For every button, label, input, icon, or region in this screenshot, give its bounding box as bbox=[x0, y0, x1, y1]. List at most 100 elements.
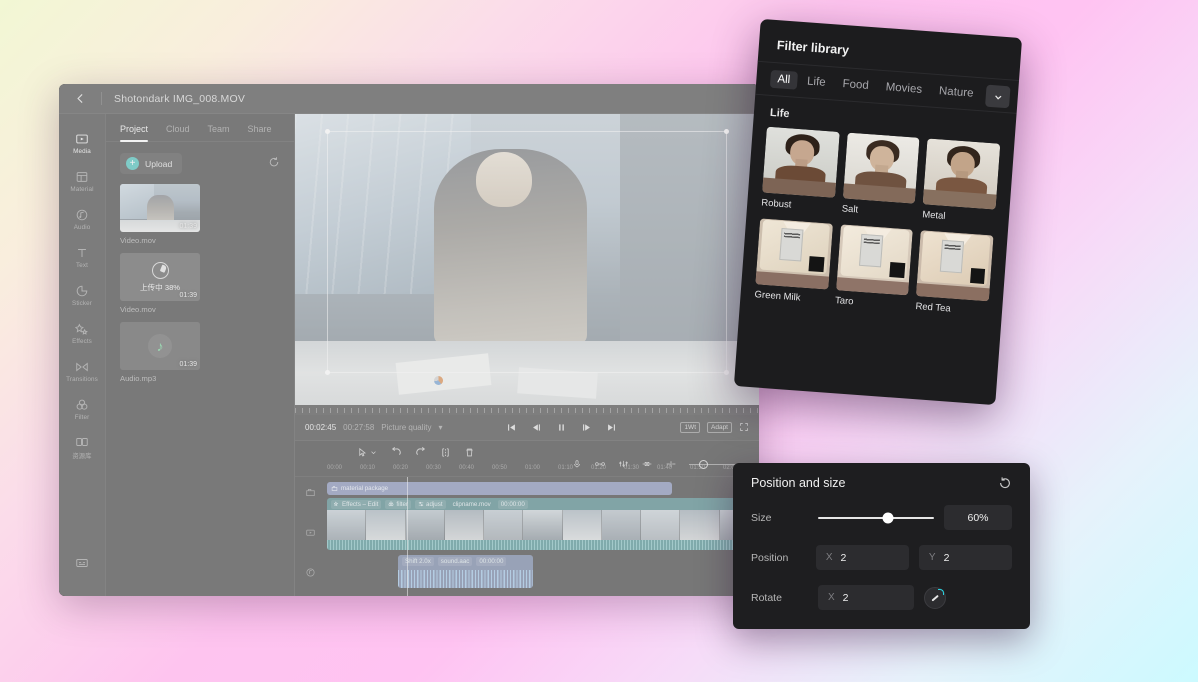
fullscreen-icon[interactable] bbox=[739, 422, 749, 432]
snap-icon[interactable] bbox=[641, 459, 653, 469]
tab-project[interactable]: Project bbox=[120, 124, 149, 142]
size-row: Size 60% bbox=[751, 505, 1012, 530]
filter-item-red-tea[interactable]: Red Tea bbox=[915, 230, 994, 317]
tab-nature[interactable]: Nature bbox=[931, 82, 981, 104]
position-and-size-panel: Position and size Size 60% Position X 2 … bbox=[733, 463, 1030, 629]
upload-button[interactable]: + Upload bbox=[120, 153, 183, 174]
filter-item-green-milk[interactable]: Green Milk bbox=[754, 218, 833, 305]
preview-pie-chart bbox=[434, 375, 444, 385]
redo-button[interactable] bbox=[415, 446, 427, 458]
refresh-icon[interactable] bbox=[268, 155, 280, 173]
pause-button[interactable] bbox=[556, 422, 567, 433]
filter-item-taro[interactable]: Taro bbox=[835, 224, 914, 311]
media-item-video-2[interactable]: 上传中 38% 01:39 Video.mov bbox=[120, 253, 200, 314]
tab-cloud[interactable]: Cloud bbox=[166, 124, 190, 141]
clip-tag-adjust-label: adjust bbox=[426, 500, 443, 508]
back-arrow-icon[interactable] bbox=[71, 90, 89, 108]
record-voice-icon[interactable] bbox=[572, 459, 582, 469]
clip-time: 00:00:00 bbox=[497, 499, 528, 509]
position-x-field[interactable]: X 2 bbox=[815, 545, 909, 570]
sidebar-label-filter: Filter bbox=[74, 413, 90, 421]
split-button[interactable] bbox=[440, 447, 451, 458]
sidebar-item-media[interactable]: Media bbox=[59, 124, 106, 162]
sidebar-label-effects: Effects bbox=[72, 337, 92, 345]
step-back-button[interactable] bbox=[531, 422, 542, 433]
delete-button[interactable] bbox=[464, 447, 475, 458]
media-item-video-1[interactable]: 01:39 Video.mov bbox=[120, 184, 200, 245]
position-panel-header: Position and size bbox=[751, 476, 1012, 490]
tab-life[interactable]: Life bbox=[800, 72, 834, 92]
rotate-dial-icon[interactable] bbox=[924, 586, 946, 609]
sidebar-item-transitions[interactable]: Transitions bbox=[59, 352, 106, 390]
selection-handle-br[interactable] bbox=[723, 370, 729, 375]
mixer-icon[interactable] bbox=[618, 459, 629, 469]
package-icon bbox=[331, 485, 338, 492]
clip-audio[interactable]: Shift 2.0x sound.aac 00:00:00 bbox=[398, 555, 533, 588]
sidebar-item-text[interactable]: Text bbox=[59, 238, 106, 276]
preview-selection-box[interactable] bbox=[325, 129, 729, 375]
audio-track-icon[interactable] bbox=[305, 565, 316, 583]
filter-item-robust[interactable]: Robust bbox=[761, 126, 840, 214]
tab-food[interactable]: Food bbox=[835, 75, 876, 96]
filter-item-salt[interactable]: Salt bbox=[841, 132, 920, 220]
magazine-image bbox=[916, 230, 994, 302]
sidebar-item-material[interactable]: Material bbox=[59, 162, 106, 200]
clip-tag-adjust[interactable]: adjust bbox=[415, 499, 446, 509]
size-slider-knob[interactable] bbox=[882, 512, 894, 523]
material-icon bbox=[75, 170, 89, 184]
tab-movies[interactable]: Movies bbox=[878, 78, 930, 100]
link-clips-icon[interactable] bbox=[594, 459, 606, 469]
sidebar-item-resource-library[interactable]: 资源库 bbox=[59, 428, 106, 466]
size-slider-track bbox=[818, 516, 934, 519]
position-y-field[interactable]: Y 2 bbox=[918, 545, 1012, 570]
filter-item-metal[interactable]: Metal bbox=[922, 138, 1001, 225]
filter-grid: Robust Salt Metal Green Milk Taro Red Te… bbox=[740, 124, 1014, 321]
chevron-down-icon[interactable] bbox=[985, 84, 1011, 109]
playhead[interactable] bbox=[407, 477, 408, 596]
sidebar-item-filter[interactable]: Filter bbox=[59, 390, 106, 428]
step-forward-button[interactable] bbox=[581, 422, 592, 433]
transitions-icon bbox=[75, 360, 89, 374]
clip-video[interactable]: Effects – Edit filter adjust clipname.mo… bbox=[327, 498, 759, 550]
clip-filename: clipname.mov bbox=[452, 500, 491, 508]
jump-end-button[interactable] bbox=[606, 422, 617, 433]
tab-all[interactable]: All bbox=[769, 69, 798, 90]
filter-name: Red Tea bbox=[915, 301, 952, 315]
select-tool[interactable] bbox=[357, 447, 377, 458]
jump-start-button[interactable] bbox=[506, 422, 517, 433]
tab-team[interactable]: Team bbox=[208, 124, 230, 141]
sidebar-item-effects[interactable]: Effects bbox=[59, 314, 106, 352]
clip-tag-effects[interactable]: Effects – Edit bbox=[331, 499, 382, 509]
media-duration: 01:39 bbox=[179, 361, 197, 368]
portrait-image bbox=[762, 126, 840, 198]
audio-clip-tags: Shift 2.0x sound.aac 00:00:00 bbox=[398, 555, 533, 567]
video-preview[interactable] bbox=[295, 114, 759, 405]
tab-share[interactable]: Share bbox=[248, 124, 272, 141]
material-track-icon[interactable] bbox=[305, 485, 316, 503]
watermark-toggle[interactable]: 1Wt bbox=[680, 421, 700, 434]
video-filmstrip bbox=[327, 510, 759, 540]
sidebar-item-sticker[interactable]: Sticker bbox=[59, 276, 106, 314]
zoom-slider-knob[interactable] bbox=[699, 459, 708, 469]
sidebar-item-audio[interactable]: Audio bbox=[59, 200, 106, 238]
media-thumbnail: ♪ 01:39 bbox=[120, 322, 200, 370]
split-track-icon[interactable] bbox=[665, 459, 677, 469]
position-x-axis-label: X bbox=[825, 552, 833, 563]
ruler-tick: 01:00 bbox=[525, 465, 541, 471]
sidebar-item-captions[interactable] bbox=[59, 544, 106, 582]
clip-material-package[interactable]: material package bbox=[327, 482, 672, 495]
reset-icon[interactable] bbox=[998, 476, 1012, 490]
size-slider[interactable] bbox=[818, 511, 934, 525]
selection-handle-tl[interactable] bbox=[325, 129, 331, 135]
adapt-button[interactable]: Adapt bbox=[707, 421, 732, 434]
filter-thumbnail bbox=[842, 132, 920, 204]
picture-quality-dropdown[interactable]: Picture quality bbox=[381, 423, 431, 432]
rotate-x-field[interactable]: X 2 bbox=[818, 585, 914, 610]
size-value-input[interactable]: 60% bbox=[944, 505, 1012, 530]
video-track-icon[interactable] bbox=[305, 525, 316, 543]
ruler-tick: 00:30 bbox=[426, 465, 442, 471]
audio-icon bbox=[75, 208, 89, 222]
player-scrubber-ticks[interactable] bbox=[295, 405, 759, 415]
undo-button[interactable] bbox=[390, 446, 402, 458]
media-item-audio-1[interactable]: ♪ 01:39 Audio.mp3 bbox=[120, 322, 200, 383]
